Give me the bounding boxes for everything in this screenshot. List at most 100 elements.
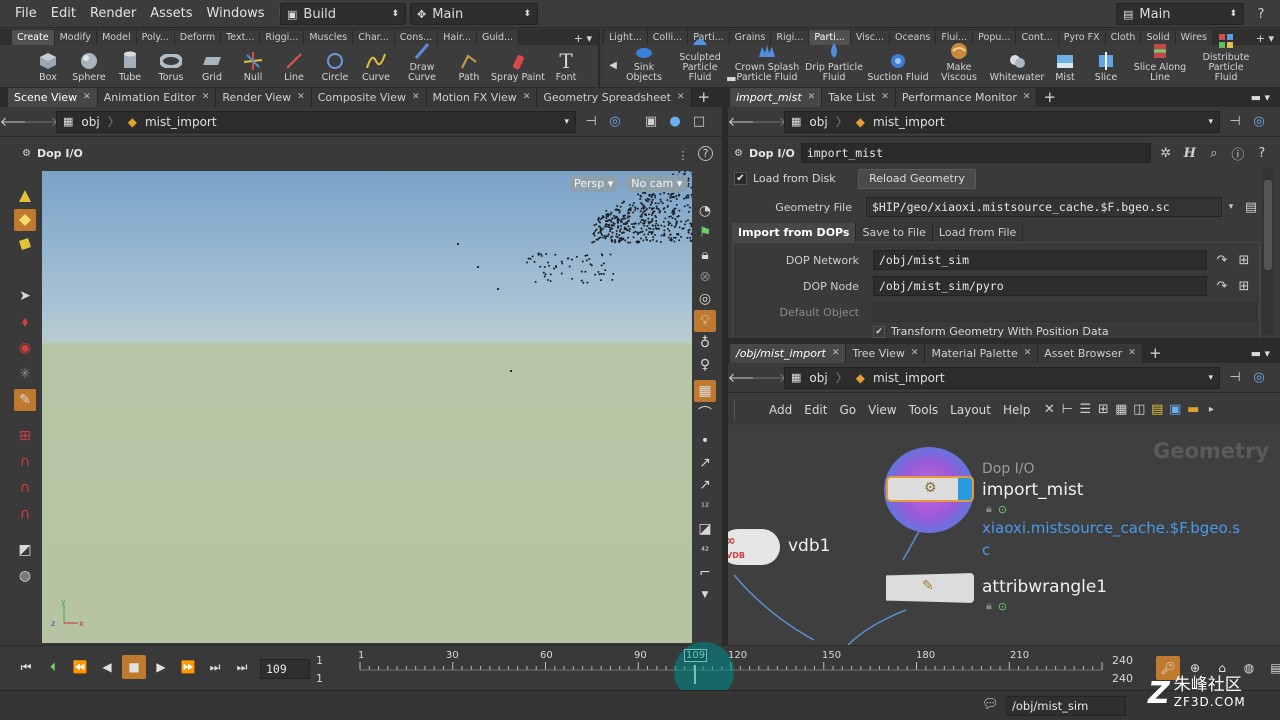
image-icon[interactable]: ▣ — [1166, 401, 1184, 419]
tool-whitewater[interactable]: Whitewater — [988, 51, 1046, 85]
visibility-icon[interactable]: ◔ — [694, 200, 716, 222]
last-frame-icon[interactable]: ⏭ — [230, 655, 254, 679]
tab-import-mist[interactable]: import_mist ✕ — [730, 88, 823, 107]
link-icon[interactable]: ◎ — [606, 113, 624, 131]
menu-render[interactable]: Render — [83, 0, 143, 28]
status-path-field[interactable]: /obj/mist_sim — [1006, 696, 1126, 716]
network-menu-go[interactable]: Go — [833, 403, 862, 417]
shading-mode-icon[interactable]: ◎ — [694, 288, 716, 310]
tool-suction-fluid[interactable]: Suction Fluid — [866, 51, 930, 85]
select-arrow-icon[interactable]: ➤ — [14, 285, 36, 307]
cube-icon[interactable]: ▣ — [642, 113, 660, 131]
magnet-point-icon[interactable]: ∩ — [14, 503, 36, 525]
shelf-tab-text[interactable]: Text... — [221, 30, 261, 45]
hda-icon[interactable]: H — [1181, 144, 1199, 162]
desktop-select[interactable]: ▤ Main ⬍ — [1116, 3, 1244, 25]
global-start-field[interactable]: 1 — [316, 672, 323, 685]
close-icon[interactable]: ✕ — [1023, 88, 1031, 107]
tab-take-list[interactable]: Take List ✕ — [822, 88, 896, 107]
point-numbers-icon[interactable]: ¹² — [694, 496, 716, 518]
param-path[interactable]: ▦ obj 〉 ◆ mist_import ▾ — [784, 110, 1220, 133]
vectors-icon[interactable]: ↗ — [694, 474, 716, 496]
shelf-tab-guid[interactable]: Guid... — [476, 30, 520, 45]
tab-render-view[interactable]: Render View ✕ — [216, 88, 312, 107]
tool-drip-particle-fluid[interactable]: Drip Particle Fluid — [802, 41, 866, 85]
close-icon[interactable]: ✕ — [1128, 344, 1136, 363]
link-icon[interactable]: ◎ — [1250, 369, 1268, 387]
tool-circle[interactable]: Circle — [314, 51, 356, 85]
prev-keyframe-icon[interactable]: ⏪ — [68, 655, 92, 679]
shelf-tab-pyro-fx[interactable]: Pyro FX — [1058, 30, 1106, 45]
tool-slice-along-line[interactable]: Slice Along Line — [1128, 41, 1192, 85]
menu-assets[interactable]: Assets — [143, 0, 199, 28]
tab-material-palette[interactable]: Material Palette ✕ — [925, 344, 1039, 363]
tab-animation-editor[interactable]: Animation Editor ✕ — [97, 88, 217, 107]
network-menu-edit[interactable]: Edit — [798, 403, 833, 417]
note-icon[interactable]: ▤ — [1148, 401, 1166, 419]
dropdown-icon[interactable]: ▾ — [564, 117, 569, 127]
shelf-tab-muscles[interactable]: Muscles — [304, 30, 354, 45]
network-menu-view[interactable]: View — [862, 403, 902, 417]
path-node[interactable]: mist_import — [873, 371, 945, 385]
play-icon[interactable]: ▶ — [149, 655, 173, 679]
dopio-node[interactable]: ⚙ — [886, 476, 974, 502]
object-mode-icon[interactable] — [14, 209, 36, 231]
close-icon[interactable]: ✕ — [808, 88, 816, 107]
reload-geometry-button[interactable]: Reload Geometry — [858, 169, 976, 189]
dropdown-icon[interactable]: ▾ — [1208, 117, 1213, 127]
geometry-file-field[interactable]: $HIP/geo/xiaoxi.mistsource_cache.$F.bgeo… — [866, 197, 1222, 217]
network-editor[interactable]: Geometry ⚙ Dop I/O import_mist 🔒︎ ⊙ xiaox… — [728, 425, 1280, 645]
first-frame-icon[interactable]: ⏮ — [14, 655, 38, 679]
tool-font[interactable]: T Font — [546, 51, 586, 85]
node-name-field[interactable]: import_mist — [800, 143, 1151, 163]
add-tab-icon[interactable]: + — [1143, 344, 1168, 363]
network-menu-tools[interactable]: Tools — [903, 403, 945, 417]
main-desk-select[interactable]: ✥ Main ⬍ — [410, 3, 538, 25]
grid-view-icon[interactable]: ⊞ — [1094, 401, 1112, 419]
close-icon[interactable]: ✕ — [911, 344, 919, 363]
camera-icon[interactable]: ◍ — [14, 565, 36, 587]
rotate-icon[interactable]: ◉ — [14, 337, 36, 359]
tab-geometry-spreadsheet[interactable]: Geometry Spreadsheet ✕ — [537, 88, 692, 107]
tab-load-from-file[interactable]: Load from File — [932, 222, 1024, 242]
next-keyframe-icon[interactable]: ⏩ — [176, 655, 200, 679]
geometry-mode-icon[interactable] — [14, 233, 36, 255]
shelf-tab-model[interactable]: Model — [97, 30, 137, 45]
stop-icon[interactable]: ■ — [122, 655, 146, 679]
attribwrangle-node[interactable]: ✎ — [886, 573, 974, 603]
shelf-tab-container[interactable]: Cont... — [1016, 30, 1059, 45]
tool-curve[interactable]: Curve — [356, 51, 396, 85]
load-from-disk-checkbox[interactable]: ✔ — [734, 172, 747, 185]
path-obj[interactable]: obj — [809, 115, 827, 129]
help-icon[interactable]: ? — [1252, 5, 1270, 23]
wrench-icon[interactable]: ✕ — [1040, 401, 1058, 419]
pane-menu-icon[interactable]: ▬ ▾ — [1241, 88, 1280, 107]
gear-icon[interactable]: ✲ — [1157, 144, 1175, 162]
play-reverse-icon[interactable]: ◀ — [95, 655, 119, 679]
dropdown-icon[interactable]: ▾ — [1222, 198, 1240, 216]
shelf-tab-char[interactable]: Char... — [353, 30, 395, 45]
close-icon[interactable]: ✕ — [677, 88, 685, 107]
dropdown-icon[interactable]: ▾ — [1208, 373, 1213, 383]
tool-sphere[interactable]: Sphere — [68, 51, 110, 85]
file-chooser-icon[interactable]: ▤ — [1242, 198, 1260, 216]
tab-scene-view[interactable]: Scene View ✕ — [8, 88, 98, 107]
transform-icon[interactable]: ⬧ — [14, 311, 36, 333]
magnet-icon[interactable]: ∩ — [14, 451, 36, 473]
box-tool-icon[interactable]: ▬ — [1184, 401, 1202, 419]
render-region-icon[interactable]: ◩ — [14, 539, 36, 561]
tool-path[interactable]: Path — [448, 51, 490, 85]
menu-file[interactable]: File — [8, 0, 44, 28]
more-arrow-icon[interactable]: ▼ — [694, 584, 716, 606]
path-obj[interactable]: obj — [809, 371, 827, 385]
close-icon[interactable]: ✕ — [83, 88, 91, 107]
pin-icon[interactable]: ⊣ — [582, 113, 600, 131]
vertex-numbers-icon[interactable]: ⁴² — [694, 540, 716, 562]
tab-tree-view[interactable]: Tree View ✕ — [846, 344, 926, 363]
help-icon[interactable]: ? — [698, 146, 713, 161]
build-desk-select[interactable]: ▣ Build ⬍ — [280, 3, 406, 25]
close-icon[interactable]: ✕ — [412, 88, 420, 107]
camera-menu[interactable]: No cam ▾ — [625, 175, 689, 192]
tree-icon[interactable]: ⊢ — [1058, 401, 1076, 419]
snap-icon[interactable]: ⊞ — [14, 425, 36, 447]
